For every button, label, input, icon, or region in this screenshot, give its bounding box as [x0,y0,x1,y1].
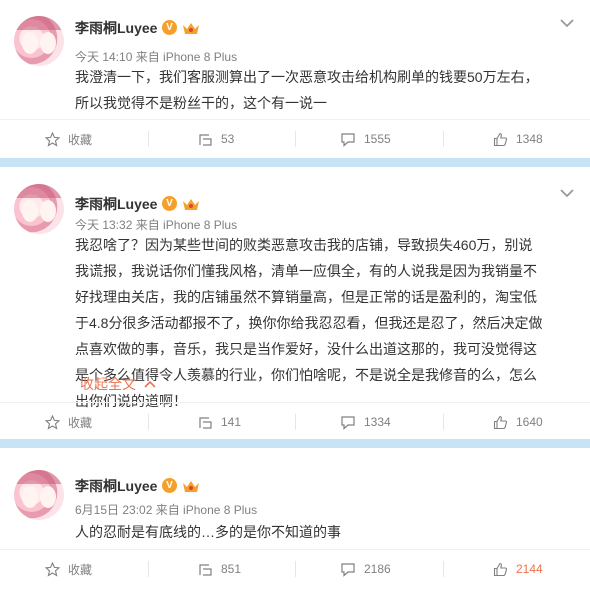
like-count: 1348 [516,132,543,146]
post-text: 人的忍耐是有底线的…多的是你不知道的事 [75,524,341,540]
crown-icon [183,23,199,34]
avatar[interactable] [14,470,64,520]
repost-count: 851 [221,562,242,576]
repost-count: 141 [221,415,242,429]
favorite-button[interactable]: 收藏 [45,550,92,588]
comment-button[interactable]: 1334 [340,403,391,441]
author-name[interactable]: 李雨桐Luyee [75,194,157,214]
comment-count: 2186 [364,562,391,576]
comment-icon [341,415,355,430]
verified-badge-icon: V [162,20,177,35]
favorite-label: 收藏 [68,132,93,147]
verified-badge-icon: V [162,478,177,493]
repost-button[interactable]: 53 [198,120,234,158]
crown-icon [183,199,199,210]
repost-count: 53 [221,132,235,146]
star-icon [45,561,60,577]
comment-icon [341,562,355,577]
action-bar: 收藏 141 1334 1640 [0,402,590,441]
favorite-label: 收藏 [68,562,93,577]
repost-button[interactable]: 851 [198,550,241,588]
comment-icon [341,132,355,147]
comment-count: 1555 [364,132,391,146]
weibo-feed: 李雨桐Luyee V 今天 14:10 来自 iPhone 8 Plus 我澄清… [0,0,590,593]
feed-separator [0,439,590,448]
like-button[interactable]: 1348 [493,120,543,158]
post-card: 李雨桐Luyee V 今天 13:32 来自 iPhone 8 Plus 我忍啥… [0,167,590,439]
post-text: 我澄清一下，我们客服测算出了一次恶意攻击给机构刷单的钱要50万左右，所以我觉得不… [75,69,539,111]
post-meta[interactable]: 今天 14:10 来自 iPhone 8 Plus [75,48,237,65]
post-meta[interactable]: 今天 13:32 来自 iPhone 8 Plus [75,216,237,233]
thumbs-up-icon [493,415,508,429]
star-icon [45,414,60,430]
comment-button[interactable]: 2186 [340,550,391,588]
author-name[interactable]: 李雨桐Luyee [75,476,157,496]
favorite-label: 收藏 [68,415,93,430]
action-bar: 收藏 851 2186 2144 [0,549,590,588]
collapse-text-link[interactable]: 收起全文 [80,374,136,394]
like-count: 1640 [516,415,543,429]
repost-icon [199,416,212,429]
like-count: 2144 [516,562,543,576]
verified-badge-icon: V [162,196,177,211]
repost-icon [199,133,212,146]
post-card: 李雨桐Luyee V 今天 14:10 来自 iPhone 8 Plus 我澄清… [0,0,590,158]
post-meta[interactable]: 6月15日 23:02 来自 iPhone 8 Plus [75,501,257,518]
action-bar: 收藏 53 1555 1348 [0,119,590,158]
star-icon [45,131,60,147]
like-button[interactable]: 2144 [493,550,543,588]
author-name[interactable]: 李雨桐Luyee [75,18,157,38]
avatar[interactable] [14,16,64,66]
chevron-down-icon[interactable] [559,188,575,198]
crown-icon [183,481,199,492]
chevron-up-icon[interactable] [143,379,157,389]
chevron-down-icon[interactable] [559,18,575,28]
thumbs-up-icon [493,562,508,576]
thumbs-up-icon [493,132,508,146]
repost-button[interactable]: 141 [198,403,241,441]
favorite-button[interactable]: 收藏 [45,403,92,441]
favorite-button[interactable]: 收藏 [45,120,92,158]
feed-separator [0,158,590,167]
post-card: 李雨桐Luyee V 6月15日 23:02 来自 iPhone 8 Plus … [0,448,590,593]
comment-button[interactable]: 1555 [340,120,391,158]
like-button[interactable]: 1640 [493,403,543,441]
repost-icon [199,563,212,576]
comment-count: 1334 [364,415,391,429]
avatar[interactable] [14,184,64,234]
